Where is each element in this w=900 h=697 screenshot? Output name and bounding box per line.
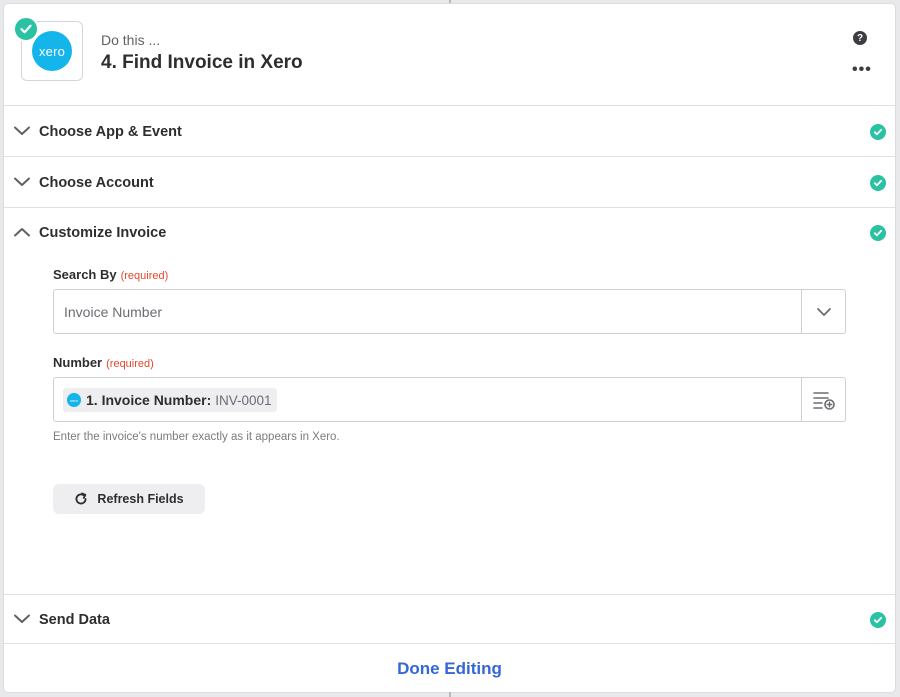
chevron-down-icon: [14, 614, 30, 623]
more-horizontal-icon[interactable]: •••: [852, 61, 872, 79]
pill-field-name: 1. Invoice Number:: [86, 392, 212, 408]
section-title: Send Data: [39, 612, 110, 628]
done-editing-button[interactable]: Done Editing: [397, 659, 502, 679]
insert-data-icon: [812, 391, 835, 410]
action-step-card: xero Do this ... 4. Find Invoice in Xero…: [3, 3, 896, 693]
number-help-text: Enter the invoice's number exactly as it…: [53, 431, 340, 443]
mapped-field-pill[interactable]: xero 1. Invoice Number: INV-0001: [63, 388, 277, 412]
number-label: Number (required): [53, 355, 154, 370]
search-by-label-text: Search By: [53, 267, 117, 282]
pill-field-value: INV-0001: [215, 392, 272, 408]
required-marker: (required): [120, 270, 169, 282]
xero-logo-icon: xero: [67, 393, 81, 407]
insert-data-button[interactable]: [801, 378, 845, 421]
chevron-down-icon: [816, 307, 831, 316]
refresh-icon: [75, 492, 87, 505]
chevron-down-icon: [14, 177, 30, 186]
chevron-down-icon: [14, 126, 30, 135]
step-header[interactable]: xero Do this ... 4. Find Invoice in Xero…: [4, 4, 895, 106]
search-by-select[interactable]: Invoice Number: [53, 289, 846, 334]
required-marker: (required): [106, 358, 154, 370]
section-choose-app-event[interactable]: Choose App & Event: [4, 107, 895, 157]
xero-logo-icon: xero: [32, 31, 72, 71]
section-complete-check-icon: [870, 612, 886, 628]
section-choose-account[interactable]: Choose Account: [4, 158, 895, 208]
refresh-fields-label: Refresh Fields: [97, 492, 184, 506]
section-customize-invoice[interactable]: Customize Invoice: [4, 208, 895, 258]
search-by-label: Search By (required): [53, 267, 168, 282]
section-complete-check-icon: [870, 225, 886, 241]
chevron-up-icon: [14, 228, 30, 237]
number-label-text: Number: [53, 355, 103, 370]
section-complete-check-icon: [870, 175, 886, 191]
section-title: Choose App & Event: [39, 124, 182, 140]
refresh-fields-button[interactable]: Refresh Fields: [53, 484, 205, 514]
section-send-data[interactable]: Send Data: [4, 594, 895, 644]
section-complete-check-icon: [870, 124, 886, 140]
connector-line-bottom: [449, 692, 451, 697]
help-circle-icon[interactable]: ?: [853, 31, 867, 45]
number-input[interactable]: xero 1. Invoice Number: INV-0001: [53, 377, 846, 422]
section-title: Customize Invoice: [39, 225, 167, 241]
search-by-dropdown-button[interactable]: [801, 290, 845, 333]
step-complete-check-icon: [13, 16, 39, 42]
done-editing-row: Done Editing: [4, 644, 895, 692]
section-title: Choose Account: [39, 175, 154, 191]
step-subtitle: Do this ...: [101, 32, 161, 48]
step-title: 4. Find Invoice in Xero: [101, 52, 303, 73]
search-by-value: Invoice Number: [64, 304, 163, 320]
